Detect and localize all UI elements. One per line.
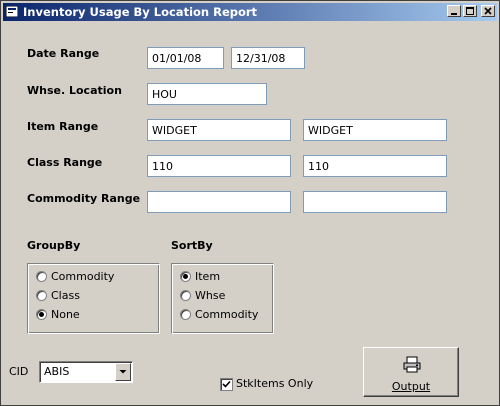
window-title: Inventory Usage By Location Report [23,5,258,19]
commodity-from-field[interactable] [147,191,291,213]
radio-selected-icon[interactable] [180,271,191,282]
checkmark-icon [222,380,231,388]
sortby-option-label: Whse [195,289,226,302]
radio-icon[interactable] [180,290,191,301]
radio-selected-icon[interactable] [36,309,47,320]
radio-icon[interactable] [36,290,47,301]
class-to-field[interactable]: 110 [303,155,447,177]
maximize-icon [466,7,474,15]
cid-value: ABIS [44,365,70,378]
groupby-option-label: None [51,308,80,321]
stkitems-only-label: StkItems Only [236,377,314,390]
sortby-label: SortBy [171,239,213,252]
output-label: Output [391,380,431,393]
minimize-icon [451,13,457,15]
printer-icon [403,356,421,373]
groupby-option-label: Commodity [51,270,115,283]
date-to-field[interactable]: 12/31/08 [231,47,305,69]
sortby-option-label: Commodity [195,308,259,321]
maximize-button[interactable] [463,5,477,17]
title-bar[interactable]: Inventory Usage By Location Report [3,3,497,21]
report-window: Inventory Usage By Location Report Date … [0,0,500,406]
radio-icon[interactable] [36,271,47,282]
item-to-field[interactable]: WIDGET [303,119,447,141]
whse-location-label: Whse. Location [27,84,122,97]
date-range-label: Date Range [27,47,100,60]
class-range-label: Class Range [27,156,103,169]
cid-dropdown-button[interactable] [115,363,131,381]
commodity-range-label: Commodity Range [27,192,141,205]
groupby-group: Commodity Class None [27,263,160,334]
close-button[interactable] [481,5,495,17]
sortby-group: Item Whse Commodity [171,263,274,334]
class-from-field[interactable]: 110 [147,155,291,177]
item-from-field[interactable]: WIDGET [147,119,291,141]
date-from-field[interactable]: 01/01/08 [147,47,224,69]
radio-icon[interactable] [180,309,191,320]
sortby-option-label: Item [195,270,221,283]
cid-select[interactable]: ABIS [39,361,133,383]
groupby-option-label: Class [51,289,80,302]
item-range-label: Item Range [27,120,99,133]
cid-label: CID [9,365,29,378]
output-button[interactable]: Output [363,347,459,397]
groupby-label: GroupBy [27,239,81,252]
chevron-down-icon [119,370,127,374]
commodity-to-field[interactable] [303,191,447,213]
close-icon [484,7,492,15]
stkitems-only-checkbox[interactable] [220,378,233,391]
whse-location-field[interactable]: HOU [147,83,267,105]
minimize-button[interactable] [447,5,461,17]
app-icon [6,6,18,17]
